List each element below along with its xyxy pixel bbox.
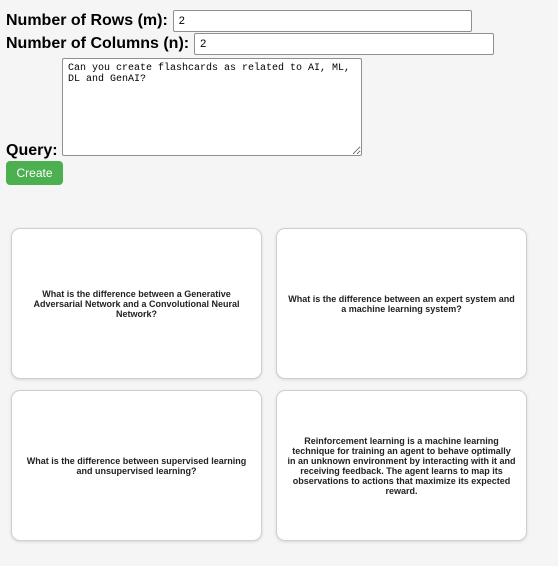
query-label: Query: bbox=[6, 142, 58, 159]
flashcard-text: What is the difference between an expert… bbox=[288, 293, 515, 314]
flashcard[interactable]: What is the difference between a Generat… bbox=[11, 228, 262, 379]
flashcard[interactable]: Reinforcement learning is a machine lear… bbox=[276, 390, 527, 541]
columns-label: Number of Columns (n): bbox=[6, 35, 190, 52]
rows-field-row: Number of Rows (m): bbox=[6, 10, 472, 32]
query-textarea[interactable]: Can you create flashcards as related to … bbox=[62, 58, 362, 156]
flashcard-text: What is the difference between supervise… bbox=[26, 455, 247, 476]
flashcard-text: Reinforcement learning is a machine lear… bbox=[287, 435, 516, 496]
rows-input[interactable] bbox=[172, 10, 472, 32]
rows-label: Number of Rows (m): bbox=[6, 12, 168, 29]
columns-input[interactable] bbox=[194, 33, 495, 55]
create-button[interactable]: Create bbox=[6, 161, 63, 185]
flashcard-text: What is the difference between a Generat… bbox=[33, 288, 240, 319]
flashcard[interactable]: What is the difference between supervise… bbox=[11, 390, 262, 541]
flashcard[interactable]: What is the difference between an expert… bbox=[276, 228, 527, 379]
columns-field-row: Number of Columns (n): bbox=[6, 33, 495, 55]
